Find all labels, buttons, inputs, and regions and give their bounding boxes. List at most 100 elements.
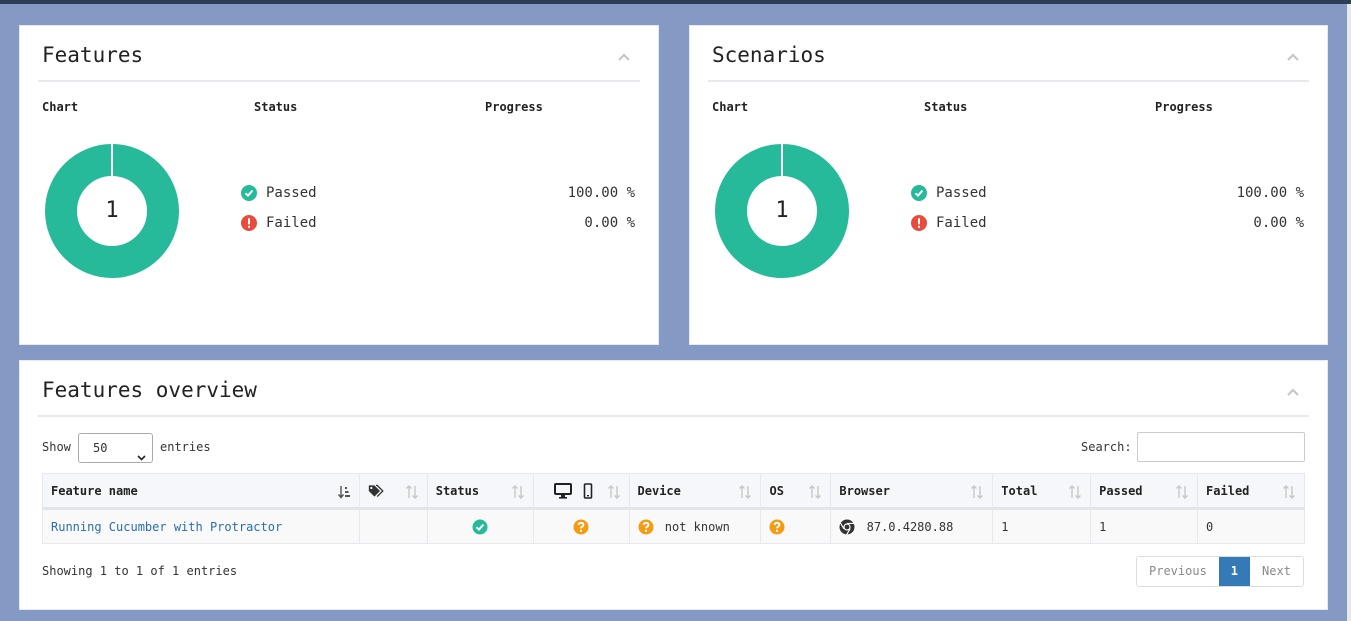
scrollbar-track[interactable] bbox=[1347, 4, 1351, 621]
device-value: not known bbox=[664, 519, 730, 534]
pagination: Previous 1 Next bbox=[1136, 556, 1304, 587]
passed-label: Passed bbox=[266, 185, 317, 201]
status-passed-row: Passed bbox=[241, 183, 317, 203]
entries-per-page-select[interactable]: 50 bbox=[78, 433, 153, 463]
table-info: Showing 1 to 1 of 1 entries bbox=[42, 564, 238, 578]
sort-icon[interactable] bbox=[607, 485, 620, 499]
device-header: Device bbox=[637, 483, 681, 498]
passed-percentage: 100.00 % bbox=[1236, 185, 1304, 201]
status-column-header: Status bbox=[924, 100, 968, 114]
sort-icon[interactable] bbox=[1283, 485, 1295, 499]
col-failed[interactable]: Failed bbox=[1197, 473, 1305, 510]
progress-column-header: Progress bbox=[1155, 100, 1213, 114]
status-failed-row: Failed bbox=[241, 213, 317, 233]
col-device[interactable]: Device bbox=[628, 473, 762, 510]
passed-percentage: 100.00 % bbox=[567, 185, 635, 201]
status-passed-row: Passed bbox=[911, 183, 987, 203]
features-table: Feature name Status Device OS Browser To… bbox=[42, 473, 1305, 544]
table-header-row: Feature name Status Device OS Browser To… bbox=[42, 473, 1305, 510]
scenarios-panel-title: Scenarios bbox=[712, 43, 826, 67]
passed-check-icon bbox=[472, 519, 488, 535]
sort-icon[interactable] bbox=[809, 485, 822, 499]
failed-percentage: 0.00 % bbox=[584, 215, 635, 231]
sort-ascending-icon[interactable] bbox=[337, 485, 350, 499]
table-row: Running Cucumber with Protractor not kno… bbox=[42, 508, 1305, 544]
question-circle-icon bbox=[638, 519, 654, 535]
feature-name-header: Feature name bbox=[51, 483, 138, 498]
col-status[interactable]: Status bbox=[426, 473, 534, 510]
col-browser[interactable]: Browser bbox=[830, 473, 994, 510]
col-passed[interactable]: Passed bbox=[1090, 473, 1199, 510]
desktop-icon bbox=[553, 482, 572, 499]
status-column-header: Status bbox=[254, 100, 298, 114]
total-cell: 1 bbox=[992, 508, 1092, 544]
sort-icon[interactable] bbox=[405, 485, 418, 499]
features-overview-panel: Features overview Show 50 entries Search… bbox=[19, 360, 1328, 610]
chart-column-header: Chart bbox=[42, 100, 79, 114]
features-donut-total: 1 bbox=[105, 198, 119, 223]
chevron-down-icon bbox=[137, 444, 146, 461]
sort-icon[interactable] bbox=[971, 485, 984, 499]
feature-name-cell: Running Cucumber with Protractor bbox=[42, 508, 360, 544]
page-1-button[interactable]: 1 bbox=[1218, 557, 1251, 586]
sort-icon[interactable] bbox=[1069, 485, 1082, 499]
check-circle-icon bbox=[241, 185, 257, 201]
failed-cell: 0 bbox=[1197, 508, 1305, 544]
show-label: Show bbox=[42, 440, 71, 454]
browser-version: 87.0.4280.88 bbox=[866, 519, 954, 534]
col-feature-name[interactable]: Feature name bbox=[42, 473, 360, 510]
platform-cell bbox=[532, 508, 630, 544]
question-circle-icon bbox=[769, 519, 785, 535]
panel-divider bbox=[708, 80, 1309, 82]
top-bar bbox=[0, 0, 1351, 4]
failed-label: Failed bbox=[266, 215, 317, 231]
tags-cell bbox=[358, 508, 428, 544]
collapse-scenarios-icon[interactable] bbox=[1286, 50, 1300, 64]
question-circle-icon bbox=[573, 519, 589, 535]
features-panel-title: Features bbox=[42, 43, 144, 67]
failed-label: Failed bbox=[936, 215, 987, 231]
scenarios-donut-total: 1 bbox=[775, 198, 789, 223]
collapse-overview-icon[interactable] bbox=[1286, 385, 1300, 399]
exclamation-circle-icon bbox=[911, 215, 927, 231]
panel-divider bbox=[38, 415, 1309, 417]
collapse-features-icon[interactable] bbox=[617, 50, 631, 64]
previous-page-button[interactable]: Previous bbox=[1137, 557, 1219, 586]
search-input[interactable] bbox=[1137, 432, 1305, 462]
status-header: Status bbox=[435, 483, 480, 498]
browser-header: Browser bbox=[839, 483, 890, 498]
sort-icon[interactable] bbox=[1176, 485, 1189, 499]
passed-label: Passed bbox=[936, 185, 987, 201]
chrome-icon bbox=[839, 519, 855, 535]
mobile-icon bbox=[583, 482, 593, 499]
feature-link[interactable]: Running Cucumber with Protractor bbox=[51, 520, 282, 534]
entries-select-value: 50 bbox=[93, 441, 108, 455]
overview-panel-title: Features overview bbox=[42, 378, 257, 402]
col-platform[interactable] bbox=[532, 473, 630, 510]
browser-cell: 87.0.4280.88 bbox=[830, 508, 994, 544]
os-cell bbox=[760, 508, 832, 544]
search-label: Search: bbox=[1081, 440, 1132, 454]
next-page-button[interactable]: Next bbox=[1250, 557, 1303, 586]
tags-icon bbox=[368, 483, 384, 499]
chart-column-header: Chart bbox=[712, 100, 749, 114]
exclamation-circle-icon bbox=[241, 215, 257, 231]
col-total[interactable]: Total bbox=[992, 473, 1092, 510]
os-header: OS bbox=[769, 483, 784, 498]
status-failed-row: Failed bbox=[911, 213, 987, 233]
progress-column-header: Progress bbox=[485, 100, 543, 114]
sort-icon[interactable] bbox=[511, 485, 524, 499]
sort-icon[interactable] bbox=[739, 485, 752, 499]
col-os[interactable]: OS bbox=[760, 473, 832, 510]
panel-divider bbox=[38, 80, 640, 82]
check-circle-icon bbox=[911, 185, 927, 201]
col-tags[interactable] bbox=[358, 473, 428, 510]
total-header: Total bbox=[1001, 483, 1038, 498]
features-panel: Features Chart Status Progress 1 Passed … bbox=[19, 25, 659, 345]
scenarios-donut-chart: 1 bbox=[714, 143, 850, 279]
passed-header: Passed bbox=[1099, 483, 1143, 498]
failed-percentage: 0.00 % bbox=[1253, 215, 1304, 231]
features-donut-chart: 1 bbox=[44, 143, 180, 279]
failed-header: Failed bbox=[1206, 483, 1250, 498]
scenarios-panel: Scenarios Chart Status Progress 1 Passed… bbox=[689, 25, 1328, 345]
